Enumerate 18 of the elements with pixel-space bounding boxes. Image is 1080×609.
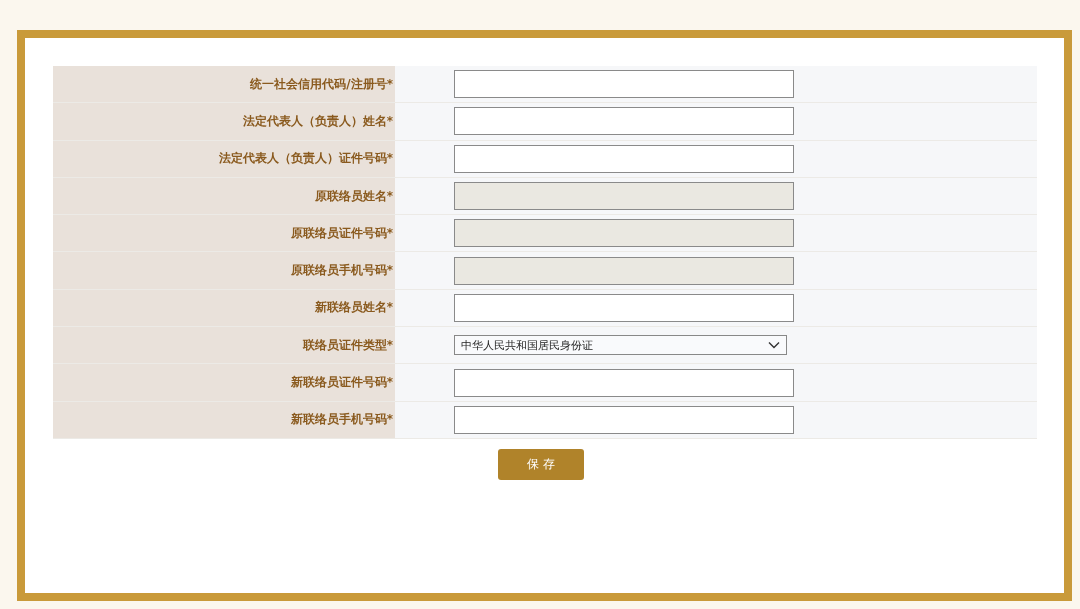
input-field[interactable]	[454, 368, 794, 397]
field-label: 法定代表人（负责人）姓名*	[53, 103, 395, 140]
select-field[interactable]: 中华人民共和国居民身份证	[454, 335, 787, 356]
field-label: 原联络员证件号码*	[53, 215, 395, 252]
field-label: 原联络员姓名*	[53, 177, 395, 215]
field-label: 新联络员证件号码*	[53, 364, 395, 401]
input-field[interactable]	[454, 70, 794, 99]
field-label: 联络员证件类型*	[53, 327, 395, 364]
field-label: 新联络员手机号码*	[53, 401, 395, 438]
field-label: 原联络员手机号码*	[53, 252, 395, 289]
input-field[interactable]	[454, 405, 794, 434]
input-field[interactable]	[454, 107, 794, 136]
field-label: 新联络员姓名*	[53, 289, 395, 327]
input-field[interactable]	[454, 293, 794, 322]
field-label: 统一社会信用代码/注册号*	[53, 66, 395, 103]
input-field[interactable]	[454, 144, 794, 173]
field-label: 法定代表人（负责人）证件号码*	[53, 140, 395, 177]
chevron-down-icon	[768, 341, 780, 350]
